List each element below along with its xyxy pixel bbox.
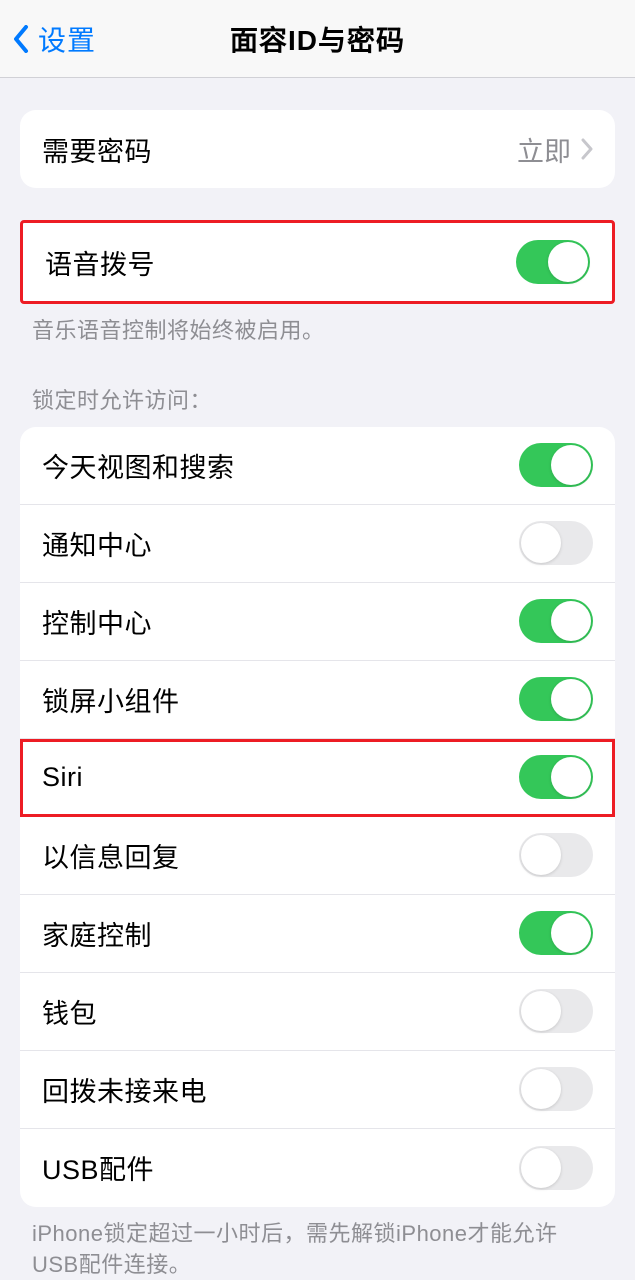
group-voice-dial: 语音拨号 [20, 220, 615, 304]
row-allow-access-item: 以信息回复 [20, 817, 615, 895]
back-button[interactable]: 设置 [0, 19, 96, 59]
toggle-knob [521, 991, 561, 1031]
row-label: 控制中心 [42, 602, 152, 641]
toggle-knob [521, 523, 561, 563]
toggle-knob [551, 913, 591, 953]
row-label: USB配件 [42, 1148, 154, 1187]
row-allow-access-item: 钱包 [20, 973, 615, 1051]
row-allow-access-item: 锁屏小组件 [20, 661, 615, 739]
row-value: 立即 [517, 130, 593, 169]
group-require-passcode: 需要密码 立即 [20, 110, 615, 188]
row-label: Siri [42, 762, 83, 793]
content: 需要密码 立即 语音拨号 音乐语音控制将始终被启用。 锁定时允许访问： 今天视图… [0, 110, 635, 1280]
chevron-left-icon [12, 24, 30, 54]
section-header-allow-access: 锁定时允许访问： [0, 347, 635, 427]
row-voice-dial: 语音拨号 [23, 223, 612, 301]
toggle-knob [551, 679, 591, 719]
toggle-allow-access-item[interactable] [519, 911, 593, 955]
row-allow-access-item: 回拨未接来电 [20, 1051, 615, 1129]
row-value-text: 立即 [517, 130, 571, 169]
row-allow-access-item: USB配件 [20, 1129, 615, 1207]
toggle-allow-access-item[interactable] [519, 677, 593, 721]
toggle-allow-access-item[interactable] [519, 989, 593, 1033]
row-label: 通知中心 [42, 524, 152, 563]
toggle-knob [551, 445, 591, 485]
toggle-knob [521, 835, 561, 875]
toggle-allow-access-item[interactable] [519, 443, 593, 487]
usb-footer: iPhone锁定超过一小时后，需先解锁iPhone才能允许USB配件连接。 [0, 1207, 635, 1280]
row-label: 回拨未接来电 [42, 1070, 207, 1109]
toggle-knob [548, 242, 588, 282]
toggle-allow-access-item[interactable] [519, 521, 593, 565]
toggle-allow-access-item[interactable] [519, 1146, 593, 1190]
voice-dial-footer: 音乐语音控制将始终被启用。 [0, 304, 635, 347]
row-allow-access-item: 通知中心 [20, 505, 615, 583]
toggle-knob [551, 757, 591, 797]
group-allow-access: 今天视图和搜索通知中心控制中心锁屏小组件 Siri 以信息回复家庭控制钱包回拨未接来… [20, 427, 615, 1207]
page-title: 面容ID与密码 [230, 19, 405, 59]
toggle-knob [521, 1069, 561, 1109]
row-allow-access-item: 控制中心 [20, 583, 615, 661]
row-label: 以信息回复 [42, 836, 180, 875]
toggle-voice-dial[interactable] [516, 240, 590, 284]
row-label: 锁屏小组件 [42, 680, 180, 719]
row-allow-access-item: 家庭控制 [20, 895, 615, 973]
row-label: 语音拨号 [45, 243, 155, 282]
row-require-passcode[interactable]: 需要密码 立即 [20, 110, 615, 188]
row-allow-access-item: 今天视图和搜索 [20, 427, 615, 505]
row-label: 今天视图和搜索 [42, 446, 235, 485]
row-label: 钱包 [42, 992, 97, 1031]
toggle-knob [521, 1148, 561, 1188]
row-label: 家庭控制 [42, 914, 152, 953]
chevron-right-icon [581, 138, 593, 160]
nav-header: 设置 面容ID与密码 [0, 0, 635, 78]
row-label: 需要密码 [42, 130, 152, 169]
toggle-allow-access-item[interactable] [519, 755, 593, 799]
toggle-allow-access-item[interactable] [519, 599, 593, 643]
back-label: 设置 [38, 19, 96, 59]
toggle-allow-access-item[interactable] [519, 833, 593, 877]
toggle-allow-access-item[interactable] [519, 1067, 593, 1111]
row-allow-access-item: Siri [20, 739, 615, 817]
toggle-knob [551, 601, 591, 641]
